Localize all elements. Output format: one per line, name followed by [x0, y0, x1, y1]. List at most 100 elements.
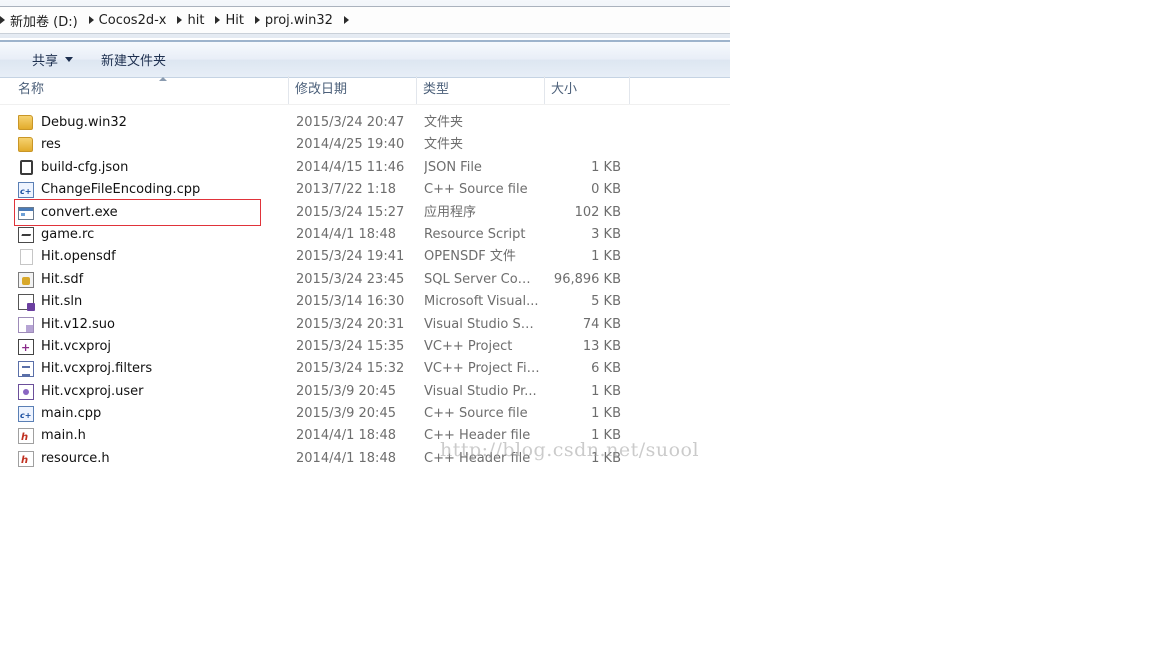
file-name: Hit.v12.suo — [41, 316, 115, 332]
new-folder-button[interactable]: 新建文件夹 — [95, 47, 172, 73]
watermark: http://blog.csdn.net/suool — [440, 439, 700, 461]
visual-studio-suo-icon — [18, 316, 34, 333]
file-name: main.cpp — [41, 406, 102, 422]
column-header-type[interactable]: 类型 — [417, 76, 545, 104]
file-row[interactable]: build-cfg.json 2014/4/15 11:46 JSON File… — [0, 157, 730, 179]
breadcrumb-item[interactable]: hit — [171, 7, 209, 33]
file-name: Hit.sln — [41, 294, 83, 310]
file-size: 74 KB — [582, 316, 621, 332]
file-date: 2015/3/24 19:41 — [296, 249, 405, 265]
breadcrumb-separator-icon[interactable] — [0, 16, 5, 24]
breadcrumb-separator-icon[interactable] — [215, 16, 221, 24]
file-date: 2015/3/24 20:47 — [296, 115, 405, 130]
file-row[interactable]: game.rc 2014/4/1 18:48 Resource Script 3… — [0, 224, 730, 246]
file-size: 3 KB — [591, 226, 621, 242]
breadcrumb-item[interactable]: Cocos2d-x — [83, 7, 172, 33]
breadcrumb-separator-icon[interactable] — [88, 16, 94, 24]
file-name: Hit.vcxproj.user — [41, 383, 144, 399]
file-size: 13 KB — [582, 338, 621, 354]
file-type: VC++ Project Fil... — [424, 361, 540, 377]
file-type: Visual Studio Pr... — [424, 383, 537, 399]
file-name: Hit.vcxproj — [41, 338, 112, 354]
file-size — [545, 112, 621, 134]
file-date: 2015/3/9 20:45 — [296, 406, 396, 422]
file-type: VC++ Project — [424, 338, 513, 354]
column-header-size[interactable]: 大小 — [545, 76, 630, 104]
file-size: 1 KB — [591, 406, 621, 422]
file-date: 2015/3/24 15:35 — [296, 338, 405, 354]
breadcrumb-label[interactable]: Cocos2d-x — [97, 13, 172, 28]
file-size: 5 KB — [591, 294, 621, 310]
file-date: 2014/4/1 18:48 — [296, 450, 396, 466]
breadcrumb-label[interactable]: 新加卷 (D:) — [8, 11, 83, 30]
breadcrumb-label[interactable]: proj.win32 — [263, 13, 338, 28]
column-header-date[interactable]: 修改日期 — [289, 76, 417, 104]
cpp-file-icon — [18, 405, 34, 427]
breadcrumb-item[interactable]: proj.win32 — [249, 7, 352, 33]
breadcrumb-expand-icon[interactable] — [343, 16, 349, 24]
folder-icon — [18, 115, 33, 130]
column-header-date-label: 修改日期 — [295, 82, 348, 97]
column-header-name[interactable]: 名称 — [12, 76, 289, 104]
file-name: Hit.vcxproj.filters — [41, 361, 153, 377]
file-size: 1 KB — [591, 383, 621, 399]
breadcrumb-item[interactable]: 新加卷 (D:) — [0, 7, 83, 33]
cpp-file-icon — [18, 181, 34, 203]
file-row[interactable]: Hit.opensdf 2015/3/24 19:41 OPENSDF 文件 1… — [0, 246, 730, 268]
file-name: build-cfg.json — [41, 159, 129, 175]
sort-ascending-icon — [159, 77, 167, 81]
breadcrumb-label[interactable]: Hit — [223, 13, 248, 28]
blank-file-icon — [20, 249, 33, 266]
command-toolbar: 共享 新建文件夹 — [0, 40, 730, 78]
file-size: 6 KB — [591, 361, 621, 377]
file-row[interactable]: Hit.vcxproj.filters 2015/3/24 15:32 VC++… — [0, 358, 730, 380]
address-bar: 新加卷 (D:) Cocos2d-x hit Hit proj.win32 — [0, 0, 730, 38]
file-row[interactable]: Debug.win32 2015/3/24 20:47 文件夹 — [0, 112, 730, 134]
column-header-type-label: 类型 — [423, 82, 450, 97]
file-size: 0 KB — [591, 182, 621, 198]
column-headers: 名称 修改日期 类型 大小 — [0, 76, 730, 105]
file-row[interactable]: res 2014/4/25 19:40 文件夹 — [0, 134, 730, 156]
file-type: OPENSDF 文件 — [424, 249, 516, 265]
header-file-icon — [18, 450, 34, 472]
vcxproj-filters-icon — [18, 361, 34, 378]
file-row[interactable]: Hit.vcxproj 2015/3/24 15:35 VC++ Project… — [0, 336, 730, 359]
file-date: 2014/4/25 19:40 — [296, 137, 405, 153]
breadcrumb-label[interactable]: hit — [185, 13, 209, 28]
file-name: Debug.win32 — [41, 115, 127, 130]
file-date: 2014/4/1 18:48 — [296, 226, 396, 242]
file-name: Hit.opensdf — [41, 249, 116, 265]
breadcrumb-separator-icon[interactable] — [254, 16, 260, 24]
file-row[interactable]: Hit.v12.suo 2015/3/24 20:31 Visual Studi… — [0, 314, 730, 336]
new-folder-button-label: 新建文件夹 — [101, 54, 167, 69]
file-type: JSON File — [424, 159, 482, 175]
file-name: convert.exe — [41, 204, 118, 220]
file-row[interactable]: Hit.sln 2015/3/14 16:30 Microsoft Visual… — [0, 291, 730, 313]
file-row[interactable]: Hit.sdf 2015/3/24 23:45 SQL Server Com..… — [0, 269, 730, 291]
json-file-icon — [20, 159, 33, 175]
header-file-icon — [18, 427, 34, 449]
file-size: 96,896 KB — [553, 271, 621, 287]
vcxproj-user-icon — [18, 383, 34, 400]
share-button[interactable]: 共享 — [26, 47, 79, 73]
file-row[interactable]: main.cpp 2015/3/9 20:45 C++ Source file … — [0, 403, 730, 427]
file-date: 2015/3/9 20:45 — [296, 383, 396, 399]
file-name: main.h — [41, 428, 86, 444]
file-type: C++ Source file — [424, 182, 528, 198]
file-date: 2015/3/14 16:30 — [296, 294, 405, 310]
breadcrumb-item[interactable]: Hit — [209, 7, 248, 33]
file-row[interactable]: Hit.vcxproj.user 2015/3/9 20:45 Visual S… — [0, 381, 730, 403]
file-row[interactable]: ChangeFileEncoding.cpp 2013/7/22 1:18 C+… — [0, 179, 730, 203]
chevron-down-icon — [65, 57, 74, 62]
file-type: Visual Studio Sol... — [424, 316, 540, 332]
sql-database-icon — [18, 271, 34, 288]
breadcrumb-separator-icon[interactable] — [177, 16, 183, 24]
share-button-label: 共享 — [32, 54, 59, 69]
file-type: Microsoft Visual... — [424, 294, 539, 310]
folder-icon — [18, 137, 33, 153]
file-explorer-window: 新加卷 (D:) Cocos2d-x hit Hit proj.win32 共享… — [0, 0, 730, 480]
file-row[interactable]: convert.exe 2015/3/24 15:27 应用程序 102 KB — [0, 202, 730, 224]
file-name: resource.h — [41, 450, 110, 466]
file-type: Resource Script — [424, 226, 526, 242]
breadcrumb[interactable]: 新加卷 (D:) Cocos2d-x hit Hit proj.win32 — [0, 6, 730, 34]
